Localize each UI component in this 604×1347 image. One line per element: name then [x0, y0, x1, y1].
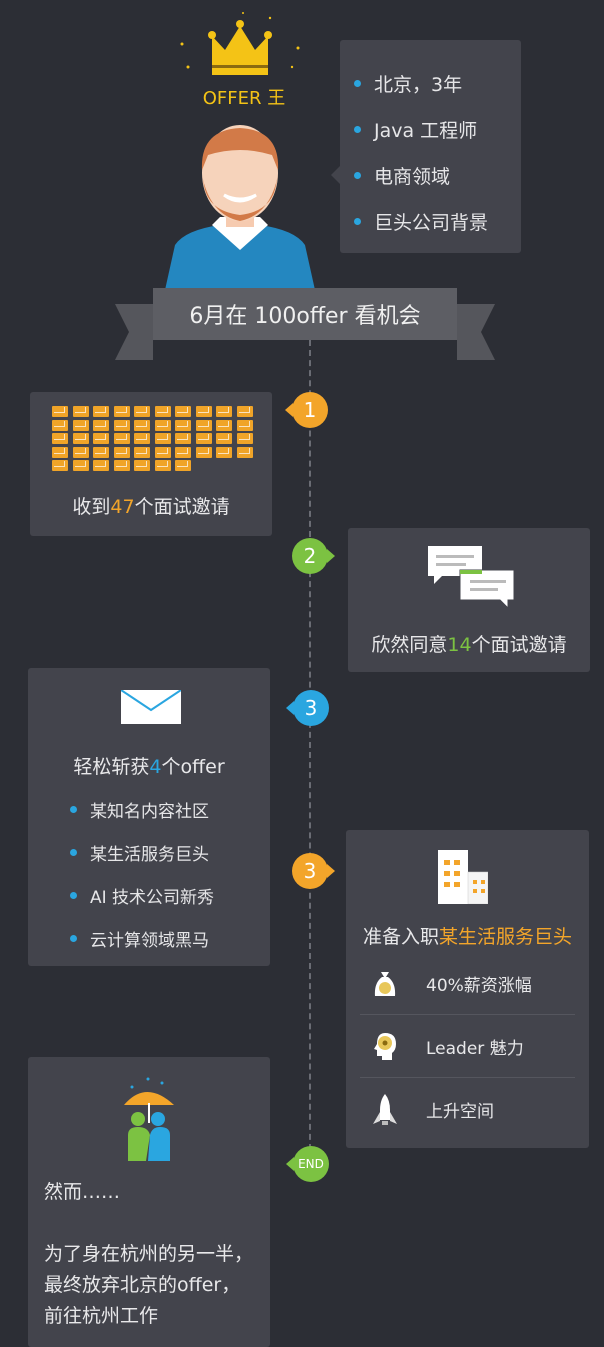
mini-envelope-icon — [52, 419, 68, 431]
end-line2: 为了身在杭州的另一半，最终放弃北京的offer，前往杭州工作 — [44, 1243, 254, 1327]
benefit-leader: Leader 魅力 — [360, 1015, 575, 1078]
mini-envelope-icon — [52, 433, 68, 444]
mini-envelope-icon — [72, 460, 89, 471]
mini-envelope-icon — [154, 460, 171, 471]
mini-envelope-icon — [216, 419, 232, 431]
mini-envelope-icon — [175, 460, 191, 471]
mini-envelope-icon — [52, 406, 68, 417]
offer-item: 某生活服务巨头 — [70, 831, 214, 874]
step2-text: 欣然同意14个面试邀请 — [371, 634, 567, 656]
benefit-growth: 上升空间 — [360, 1078, 575, 1141]
avatar — [165, 125, 315, 290]
mini-envelope-icon — [52, 460, 68, 471]
step4-badge: 3 — [292, 853, 335, 889]
mini-envelope-icon — [113, 406, 130, 417]
mini-envelope-icon — [175, 406, 191, 417]
mini-envelope-icon — [134, 433, 150, 444]
mini-envelope-icon — [113, 460, 130, 471]
mini-envelope-icon — [93, 406, 109, 417]
mini-envelope-icon — [236, 419, 253, 431]
step3-badge: 3 — [286, 690, 329, 726]
head-gear-icon — [360, 1031, 410, 1061]
mini-envelope-icon — [93, 460, 109, 471]
offer-item: AI 技术公司新秀 — [70, 874, 214, 917]
end-badge: END — [286, 1146, 329, 1182]
mini-envelope-icon — [236, 406, 253, 417]
mini-envelope-icon — [154, 406, 171, 417]
offer-item: 云计算领域黑马 — [70, 917, 214, 960]
step4-text: 准备入职某生活服务巨头 — [362, 926, 573, 948]
mini-envelope-icon — [134, 419, 150, 431]
banner: 6月在 100offer 看机会 — [153, 288, 457, 340]
mini-envelope-icon — [195, 446, 212, 458]
offer-item: 某知名内容社区 — [70, 788, 214, 831]
mini-envelope-icon — [216, 406, 232, 417]
mini-envelope-icon — [236, 433, 253, 444]
mini-envelope-icon — [154, 446, 171, 458]
mini-envelope-icon — [175, 433, 191, 444]
step1-badge: 1 — [285, 392, 328, 428]
mini-envelope-icon — [72, 419, 89, 431]
mini-envelope-icon — [93, 419, 109, 431]
end-line1: 然而…… — [44, 1181, 121, 1203]
step3-text: 轻松斩获4个offer — [73, 756, 225, 778]
mini-envelope-icon — [52, 446, 68, 458]
chat-bubbles-icon — [428, 546, 515, 608]
step2-badge: 2 — [292, 538, 335, 574]
mini-envelope-icon — [72, 446, 89, 458]
mini-envelope-icon — [236, 446, 253, 458]
mini-envelope-icon — [134, 460, 150, 471]
couple-umbrella-icon — [124, 1077, 174, 1161]
mini-envelope-icon — [72, 406, 89, 417]
mini-envelope-icon — [134, 446, 150, 458]
mini-envelope-icon — [195, 419, 212, 431]
crown-label: OFFER 王 — [202, 88, 286, 109]
step1-text: 收到47个面试邀请 — [72, 496, 230, 518]
step3-card: 轻松斩获4个offer 某知名内容社区 某生活服务巨头 AI 技术公司新秀 云计… — [28, 668, 270, 966]
step4-card: 准备入职某生活服务巨头 40%薪资涨幅 Leader 魅力 上升空间 — [346, 830, 589, 1148]
rocket-icon — [360, 1093, 410, 1126]
mini-envelope-icon — [93, 433, 109, 444]
profile-item: 北京，3年 — [354, 60, 521, 106]
profile-card: 北京，3年 Java 工程师 电商领域 巨头公司背景 — [331, 40, 521, 253]
mini-envelope-icon — [216, 433, 232, 444]
mini-envelope-icon — [175, 446, 191, 458]
envelope-icon — [121, 690, 181, 724]
benefit-salary: 40%薪资涨幅 — [360, 952, 575, 1015]
mini-envelope-icon — [216, 446, 232, 458]
mini-envelope-icon — [154, 433, 171, 444]
end-card: 然而…… 为了身在杭州的另一半，最终放弃北京的offer，前往杭州工作 — [28, 1057, 270, 1347]
mini-envelope-icon — [195, 433, 212, 444]
profile-item: 巨头公司背景 — [354, 198, 521, 244]
mini-envelope-icon — [93, 446, 109, 458]
mini-envelope-icon — [175, 419, 191, 431]
step2-card: 欣然同意14个面试邀请 — [348, 528, 590, 672]
profile-item: 电商领域 — [354, 152, 521, 198]
mini-envelope-icon — [113, 419, 130, 431]
mini-envelope-icon — [134, 406, 150, 417]
mini-envelope-icon — [72, 433, 89, 444]
money-bag-icon — [360, 968, 410, 998]
step1-card: 收到47个面试邀请 — [30, 392, 272, 536]
mini-envelope-icon — [113, 446, 130, 458]
crown-icon — [180, 12, 300, 75]
timeline-line — [309, 340, 311, 1160]
mini-envelope-icon — [113, 433, 130, 444]
profile-item: Java 工程师 — [354, 106, 521, 152]
mini-envelope-icon — [154, 419, 171, 431]
mini-envelope-icon — [195, 406, 212, 417]
building-icon — [438, 850, 488, 904]
